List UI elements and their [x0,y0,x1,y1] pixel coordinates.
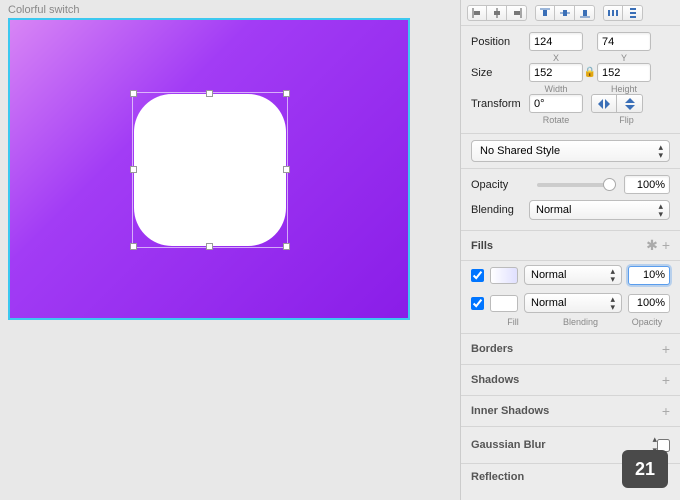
align-bottom-edges-icon[interactable] [575,5,595,21]
fill-sublabel-blending: Blending [537,317,624,327]
position-y-input[interactable] [597,32,651,51]
fill-blend-value: Normal [531,297,566,309]
gear-icon[interactable]: ✱ [646,237,658,254]
resize-handle-bl[interactable] [130,243,137,250]
width-input[interactable] [529,63,583,82]
fill-enabled-checkbox[interactable] [471,269,484,282]
artboard[interactable] [8,18,410,320]
fill-opacity-input[interactable] [628,294,670,313]
borders-header[interactable]: Borders + [461,334,680,365]
rotate-input[interactable] [529,94,583,113]
fill-sublabel-fill: Fill [489,317,537,327]
fill-blend-select[interactable]: Normal [524,265,622,285]
canvas-area: Colorful switch [0,0,460,500]
position-x-input[interactable] [529,32,583,51]
resize-handle-ml[interactable] [130,166,137,173]
geometry-section: Position X Y Size 🔒 Width Height Transform… [461,26,680,134]
fills-list: Normal Normal Fill Blending Opacity [461,261,680,334]
add-inner-shadow-icon[interactable]: + [662,403,670,419]
transform-label: Transform [471,98,529,110]
fills-title: Fills [471,240,646,252]
fill-blend-value: Normal [531,269,566,281]
add-border-icon[interactable]: + [662,341,670,357]
width-sublabel: Width [529,84,583,94]
inspector-panel: Position X Y Size 🔒 Width Height Transform… [460,0,680,500]
lock-aspect-icon[interactable]: 🔒 [583,67,597,78]
updown-caret-icon [658,143,663,159]
blending-select[interactable]: Normal [529,200,670,220]
y-sublabel: Y [597,53,651,63]
gaussian-title: Gaussian Blur [471,439,648,451]
fill-row: Normal [461,289,680,317]
distribute-horizontal-icon[interactable] [603,5,623,21]
align-left-edges-icon[interactable] [467,5,487,21]
resize-handle-br[interactable] [283,243,290,250]
inner-shadows-title: Inner Shadows [471,405,662,417]
shared-style-select[interactable]: No Shared Style [471,140,670,162]
blending-label: Blending [471,204,529,216]
resize-handle-mr[interactable] [283,166,290,173]
updown-caret-icon [610,267,615,283]
height-sublabel: Height [597,84,651,94]
fill-opacity-input[interactable] [628,266,670,285]
slider-knob[interactable] [603,178,616,191]
shadows-title: Shadows [471,374,662,386]
opacity-input[interactable] [624,175,670,194]
fill-enabled-checkbox[interactable] [471,297,484,310]
size-label: Size [471,67,529,79]
flip-horizontal-icon[interactable] [591,94,617,113]
x-sublabel: X [529,53,583,63]
position-label: Position [471,36,529,48]
opacity-label: Opacity [471,179,529,191]
rotate-sublabel: Rotate [529,115,583,125]
step-badge: 21 [622,450,668,488]
resize-handle-tm[interactable] [206,90,213,97]
artboard-label: Colorful switch [8,4,80,16]
resize-handle-tl[interactable] [130,90,137,97]
fill-color-swatch[interactable] [490,295,518,312]
updown-caret-icon [658,202,663,218]
fill-color-swatch[interactable] [490,267,518,284]
resize-handle-bm[interactable] [206,243,213,250]
fill-sublabel-opacity: Opacity [624,317,670,327]
flip-vertical-icon[interactable] [617,94,643,113]
fill-blend-select[interactable]: Normal [524,293,622,313]
align-vertical-centers-icon[interactable] [487,5,507,21]
flip-group [591,94,643,113]
alignment-toolbar [461,0,680,26]
resize-handle-tr[interactable] [283,90,290,97]
shared-style-value: No Shared Style [480,145,560,157]
fills-header: Fills ✱ + [461,231,680,261]
opacity-slider[interactable] [537,183,616,187]
shared-style-row: No Shared Style [461,134,680,169]
borders-title: Borders [471,343,662,355]
flip-sublabel: Flip [583,115,670,125]
inner-shadows-header[interactable]: Inner Shadows + [461,396,680,427]
selection-outline [132,92,288,248]
distribute-vertical-icon[interactable] [623,5,643,21]
add-fill-icon[interactable]: + [662,237,670,254]
align-top-edges-icon[interactable] [535,5,555,21]
align-right-edges-icon[interactable] [507,5,527,21]
height-input[interactable] [597,63,651,82]
updown-caret-icon [610,295,615,311]
selected-shape[interactable] [134,94,286,246]
add-shadow-icon[interactable]: + [662,372,670,388]
align-horizontal-centers-icon[interactable] [555,5,575,21]
fill-row: Normal [461,261,680,289]
blending-value: Normal [536,204,571,216]
shadows-header[interactable]: Shadows + [461,365,680,396]
appearance-section: Opacity Blending Normal [461,169,680,231]
